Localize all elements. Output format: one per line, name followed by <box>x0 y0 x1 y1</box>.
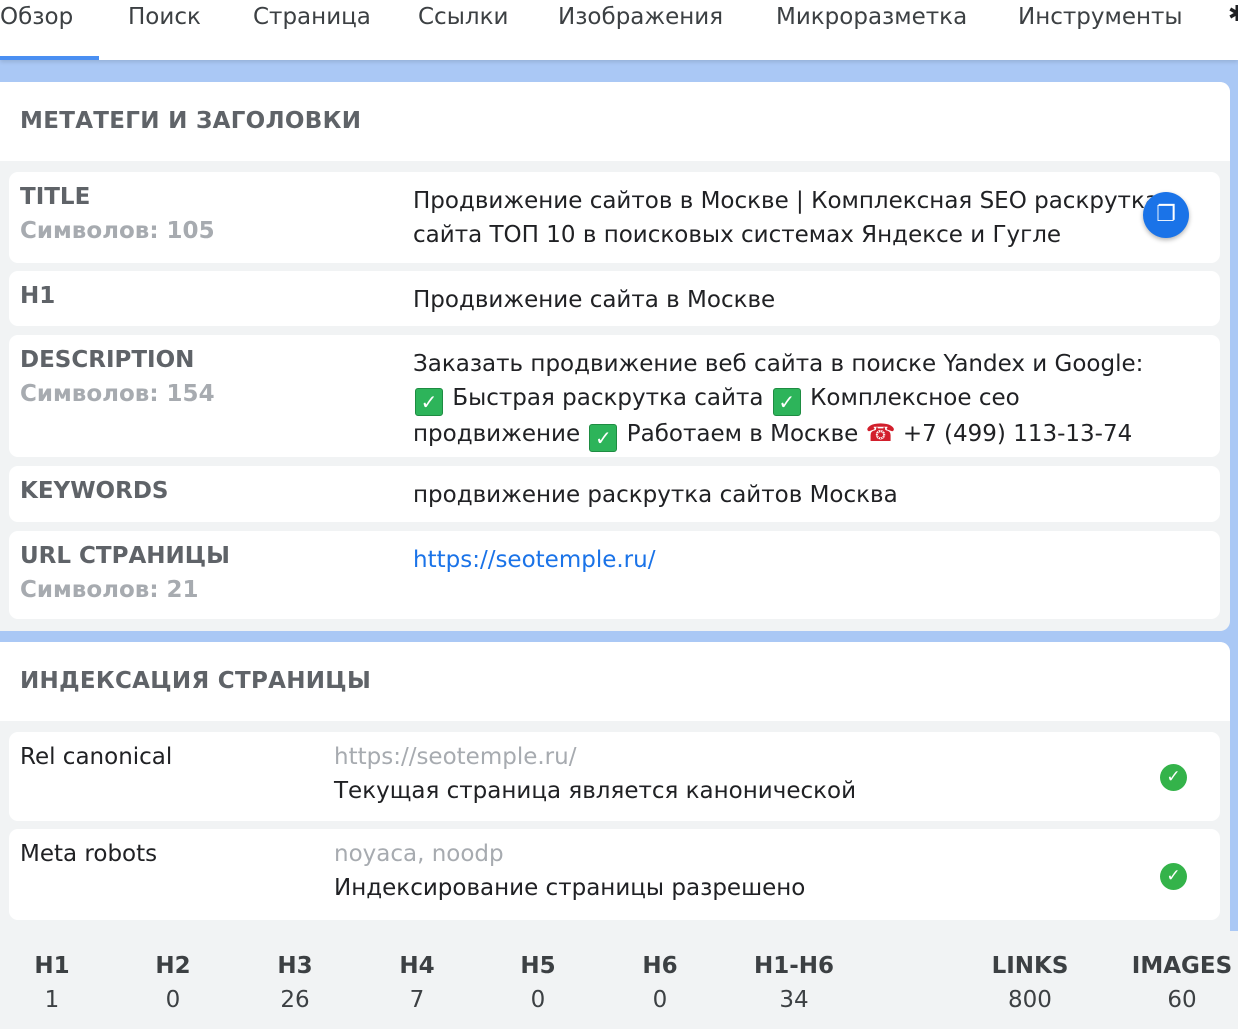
description-text-5: Работаем в Москве <box>626 421 859 447</box>
tab-links[interactable]: Ссылки <box>418 0 508 60</box>
url-row: URL СТРАНИЦЫ Символов: 21 https://seotem… <box>9 531 1220 619</box>
stat-value: 0 <box>652 987 668 1013</box>
copy-button[interactable]: ❐ <box>1143 192 1189 238</box>
title-value: Продвижение сайтов в Москве | Комплексна… <box>413 184 1203 252</box>
stat-label: H1 <box>34 953 70 979</box>
description-text-1: Заказать продвижение веб сайта в поиске … <box>413 351 1144 377</box>
robots-row: Meta robots noyaca, noodp Индексирование… <box>9 829 1220 920</box>
check-circle-icon: ✓ <box>1160 863 1187 890</box>
stat-value: 0 <box>165 987 181 1013</box>
stat-label: H3 <box>277 953 313 979</box>
stat-value: 800 <box>1008 987 1052 1013</box>
canonical-note: Текущая страница является канонической <box>334 778 857 804</box>
url-char-count: Символов: 21 <box>20 577 199 603</box>
indexing-section-header: ИНДЕКСАЦИЯ СТРАНИЦЫ <box>0 642 1230 721</box>
keywords-row: KEYWORDS продвижение раскрутка сайтов Мо… <box>9 466 1220 522</box>
stat-label: H4 <box>399 953 435 979</box>
copy-icon: ❐ <box>1156 202 1176 227</box>
keywords-label: KEYWORDS <box>20 478 169 504</box>
stat-h1-h6: H1-H6 34 <box>754 953 834 1013</box>
tab-overflow-icon[interactable]: ✱ <box>1228 2 1238 27</box>
indexing-section-title: ИНДЕКСАЦИЯ СТРАНИЦЫ <box>20 668 372 694</box>
canonical-value: https://seotemple.ru/ <box>334 744 577 770</box>
stat-value: 60 <box>1167 987 1197 1013</box>
telephone-icon: ☎ <box>865 419 896 447</box>
stat-label: LINKS <box>991 953 1069 979</box>
title-char-count: Символов: 105 <box>20 218 215 244</box>
page-url-link[interactable]: https://seotemple.ru/ <box>413 547 655 573</box>
stat-label: H2 <box>155 953 191 979</box>
canonical-label: Rel canonical <box>20 744 173 770</box>
url-value: https://seotemple.ru/ <box>413 543 1203 577</box>
keywords-value: продвижение раскрутка сайтов Москва <box>413 482 898 508</box>
meta-section-header: МЕТАТЕГИ И ЗАГОЛОВКИ <box>0 82 1230 161</box>
meta-section: МЕТАТЕГИ И ЗАГОЛОВКИ TITLE Символов: 105… <box>0 82 1230 631</box>
description-phone: +7 (499) 113-13-74 <box>902 421 1133 447</box>
robots-label: Meta robots <box>20 841 158 867</box>
tab-tools[interactable]: Инструменты <box>1018 0 1183 60</box>
h1-row: H1 Продвижение сайта в Москве <box>9 271 1220 326</box>
stat-links[interactable]: LINKS 800 <box>992 953 1069 1013</box>
green-check-icon: ✓ <box>772 388 801 416</box>
check-circle-icon: ✓ <box>1160 764 1187 791</box>
stat-value: 7 <box>409 987 425 1013</box>
stat-images[interactable]: IMAGES 60 <box>1132 953 1232 1013</box>
tab-microdata[interactable]: Микроразметка <box>776 0 967 60</box>
canonical-row: Rel canonical https://seotemple.ru/ Теку… <box>9 732 1220 821</box>
title-value-line1: Продвижение сайтов в Москве | Комплексна… <box>413 188 1159 214</box>
description-char-count: Символов: 154 <box>20 381 215 407</box>
description-value: Заказать продвижение веб сайта в поиске … <box>413 347 1203 452</box>
robots-note: Индексирование страницы разрешено <box>334 875 806 901</box>
title-label: TITLE <box>20 184 91 210</box>
stat-h2: H2 0 <box>155 953 190 1013</box>
meta-section-title: МЕТАТЕГИ И ЗАГОЛОВКИ <box>20 108 362 134</box>
stat-label: H6 <box>642 953 678 979</box>
stat-label: H5 <box>520 953 556 979</box>
stat-h1: H1 1 <box>34 953 69 1013</box>
description-label: DESCRIPTION <box>20 347 195 373</box>
tab-overview[interactable]: Обзор <box>0 0 100 60</box>
stat-h3: H3 26 <box>277 953 312 1013</box>
indexing-section: ИНДЕКСАЦИЯ СТРАНИЦЫ Rel canonical https:… <box>0 642 1230 942</box>
stat-value: 1 <box>44 987 60 1013</box>
tab-images[interactable]: Изображения <box>558 0 723 60</box>
url-label: URL СТРАНИЦЫ <box>20 543 230 569</box>
stat-label: IMAGES <box>1131 953 1233 979</box>
description-text-4: продвижение <box>413 421 581 447</box>
stat-h6: H6 0 <box>642 953 677 1013</box>
tab-bar: Обзор Поиск Страница Ссылки Изображения … <box>0 0 1238 60</box>
stat-h4: H4 7 <box>399 953 434 1013</box>
h1-value: Продвижение сайта в Москве <box>413 287 776 313</box>
stat-value: 0 <box>530 987 546 1013</box>
tab-page[interactable]: Страница <box>253 0 371 60</box>
green-check-icon: ✓ <box>589 424 618 452</box>
tab-search[interactable]: Поиск <box>128 0 201 60</box>
title-row: TITLE Символов: 105 Продвижение сайтов в… <box>9 172 1220 263</box>
description-row: DESCRIPTION Символов: 154 Заказать продв… <box>9 335 1220 457</box>
description-text-3: Комплексное сео <box>810 385 1020 411</box>
heading-stats-bar: H1 1 H2 0 H3 26 H4 7 H5 0 H6 0 H1-H6 34 … <box>0 931 1238 1029</box>
stat-value: 34 <box>779 987 809 1013</box>
stat-h5: H5 0 <box>520 953 555 1013</box>
stat-value: 26 <box>280 987 310 1013</box>
stat-label: H1-H6 <box>753 953 835 979</box>
description-text-2: Быстрая раскрутка сайта <box>452 385 764 411</box>
h1-label: H1 <box>20 283 56 309</box>
robots-value: noyaca, noodp <box>334 841 504 867</box>
title-value-line2: сайта ТОП 10 в поисковых системах Яндекс… <box>413 222 1062 248</box>
green-check-icon: ✓ <box>415 388 443 416</box>
